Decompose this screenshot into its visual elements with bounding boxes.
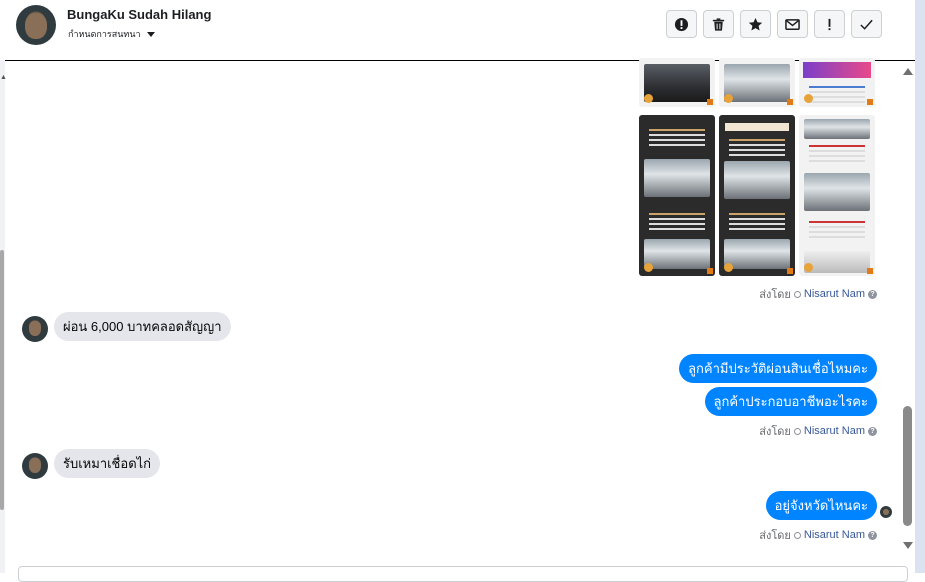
left-panel-scrollbar[interactable]: ▲: [0, 60, 7, 573]
conversation-settings-label: กำหนดการสนทนา: [68, 29, 141, 39]
sent-by-line: ส่งโดย Nisarut Nam ?: [759, 285, 877, 303]
alert-circle-icon: [674, 17, 689, 31]
window-edge: [915, 0, 925, 573]
attachment-image[interactable]: [639, 115, 715, 276]
sent-by-label: ส่งโดย: [759, 426, 791, 438]
sender-name-link[interactable]: Nisarut Nam: [804, 529, 865, 541]
seen-avatar-icon: [880, 506, 892, 518]
scroll-up-icon[interactable]: ▲: [0, 74, 7, 81]
sender-name-link[interactable]: Nisarut Nam: [804, 288, 865, 300]
attachment-image[interactable]: [799, 115, 875, 276]
sent-by-line: ส่งโดย Nisarut Nam ?: [759, 422, 877, 440]
follow-up-button[interactable]: [814, 10, 845, 38]
message-bubble-outgoing: ลูกค้ามีประวัติผ่อนสินเชื่อไหมคะ: [679, 354, 877, 383]
scrollbar-thumb[interactable]: [0, 250, 4, 510]
contact-avatar[interactable]: [16, 5, 56, 45]
message-composer[interactable]: [18, 566, 908, 582]
sent-by-label: ส่งโดย: [759, 530, 791, 542]
message-bubble-outgoing: ลูกค้าประกอบอาชีพอะไรคะ: [704, 387, 877, 416]
help-icon[interactable]: ?: [868, 530, 877, 540]
help-icon[interactable]: ?: [868, 289, 877, 299]
scrollbar-thumb[interactable]: [903, 406, 912, 526]
conversation-toolbar: [666, 10, 882, 38]
exclamation-icon: [828, 18, 831, 30]
conversation-header: BungaKu Sudah Hilang กำหนดการสนทนา: [0, 0, 915, 61]
message-bubble-incoming: รับเหมาเชื่อดไก่: [54, 449, 161, 478]
check-icon: [860, 19, 873, 30]
spam-button[interactable]: [666, 10, 697, 38]
conversation-settings-dropdown[interactable]: กำหนดการสนทนา: [68, 27, 155, 41]
attachment-image[interactable]: [639, 58, 715, 107]
scroll-down-arrow-icon[interactable]: [903, 542, 913, 549]
sender-status-icon: [793, 427, 801, 435]
help-icon[interactable]: ?: [868, 426, 877, 436]
attachment-image-grid: [639, 58, 877, 276]
conversation-scrollbar[interactable]: [900, 60, 915, 555]
attachment-image[interactable]: [719, 58, 795, 107]
sent-by-label: ส่งโดย: [759, 289, 791, 301]
done-button[interactable]: [851, 10, 882, 38]
star-button[interactable]: [740, 10, 771, 38]
attachment-image[interactable]: [719, 115, 795, 276]
star-icon: [748, 17, 763, 30]
delete-button[interactable]: [703, 10, 734, 38]
mark-unread-button[interactable]: [777, 10, 808, 38]
attachment-image[interactable]: [799, 58, 875, 107]
sent-by-line: ส่งโดย Nisarut Nam ?: [759, 526, 877, 544]
caret-down-icon: [146, 31, 155, 37]
trash-icon: [712, 17, 725, 31]
envelope-icon: [785, 18, 800, 30]
contact-name[interactable]: BungaKu Sudah Hilang: [67, 7, 211, 22]
message-bubble-outgoing: อยู่จังหวัดไหนคะ: [765, 491, 877, 520]
sender-name-link[interactable]: Nisarut Nam: [804, 425, 865, 437]
sender-status-icon: [793, 531, 801, 539]
message-bubble-incoming: ผ่อน 6,000 บาทคลอดสัญญา: [54, 312, 231, 341]
sender-status-icon: [793, 290, 801, 298]
contact-avatar-small[interactable]: [22, 453, 48, 479]
scroll-up-arrow-icon[interactable]: [903, 68, 913, 75]
contact-avatar-small[interactable]: [22, 316, 48, 342]
